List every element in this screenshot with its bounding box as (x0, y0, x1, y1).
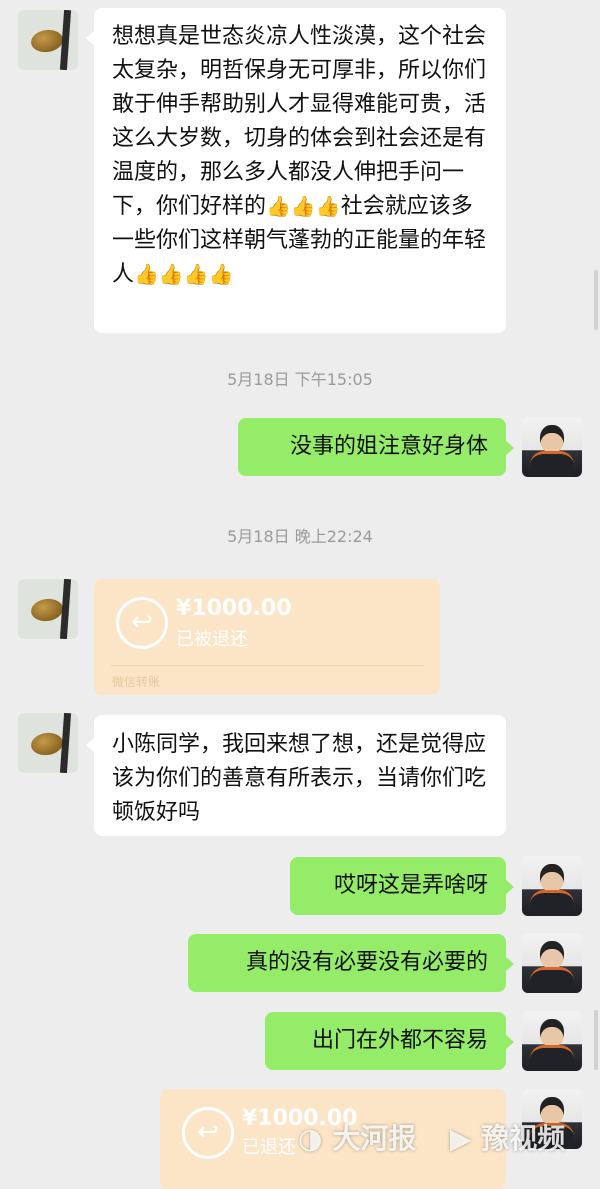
chopstick-image (59, 10, 72, 70)
chopstick-image (59, 713, 72, 773)
person-body (530, 1045, 574, 1071)
thumbs-up-icon: 👍 (290, 194, 316, 218)
transfer-amount: ¥1000.00 (176, 596, 292, 621)
message-bubble-outgoing[interactable]: 哎呀这是弄啥呀 (290, 857, 514, 915)
person-body (530, 967, 574, 993)
contact-avatar[interactable] (18, 713, 78, 773)
dahebao-watermark: ◑ 大河报 (298, 1117, 416, 1157)
transfer-status: 已退还 (242, 1137, 296, 1158)
transfer-card[interactable]: ↩ ¥1000.00 已被退还 微信转账 (94, 579, 440, 695)
person-head (540, 864, 564, 892)
watermark-right-text: 豫视频 (481, 1122, 566, 1155)
person-body (530, 890, 574, 916)
scrollbar[interactable] (594, 1010, 598, 1070)
person-head (540, 941, 564, 969)
contact-avatar[interactable] (18, 10, 78, 70)
message-bubble-outgoing[interactable]: 没事的姐注意好身体 (238, 418, 514, 476)
thumbs-up-icon: 👍 (134, 262, 159, 286)
message-text: 哎呀这是弄啥呀 (333, 873, 488, 898)
refund-arrow-icon: ↩ (116, 597, 168, 649)
my-avatar[interactable] (522, 1011, 582, 1071)
message-text: 没事的姐注意好身体 (289, 434, 488, 459)
thumbs-up-icon: 👍 (315, 194, 341, 218)
bean-image (29, 730, 65, 758)
chopstick-image (59, 579, 72, 639)
person-head (540, 425, 564, 453)
bean-image (29, 596, 65, 624)
timestamp: 5月18日 下午15:05 (227, 370, 373, 389)
person-body (530, 451, 574, 477)
scrollbar[interactable] (594, 270, 598, 330)
transfer-divider (110, 665, 424, 666)
thumbs-up-icon: 👍 (183, 262, 209, 286)
play-logo-icon: ▶ (450, 1122, 472, 1155)
my-avatar[interactable] (522, 856, 582, 916)
timestamp: 5月18日 晚上22:24 (227, 527, 373, 546)
message-bubble-outgoing[interactable]: 出门在外都不容易 (265, 1012, 514, 1070)
transfer-label: 微信转账 (112, 675, 161, 689)
thumbs-up-icon: 👍 (266, 194, 291, 218)
message-text: 想想真是世态炎凉人性淡漠，这个社会太复杂，明哲保身无可厚非，所以你们敢于伸手帮助… (112, 24, 487, 219)
person-head (540, 1019, 564, 1047)
yushipin-watermark: ▶ 豫视频 (450, 1117, 565, 1157)
message-text: 小陈同学，我回来想了想，还是觉得应该为你们的善意有所表示，当请你们吃顿饭好吗 (112, 732, 487, 825)
transfer-status: 已被退还 (176, 629, 248, 650)
dahebao-logo-icon: ◑ (298, 1122, 323, 1155)
refund-arrow-icon: ↩ (182, 1107, 234, 1159)
watermark-left-text: 大河报 (332, 1122, 417, 1155)
thumbs-up-icon: 👍 (158, 262, 184, 286)
my-avatar[interactable] (522, 933, 582, 993)
message-bubble-incoming[interactable]: 小陈同学，我回来想了想，还是觉得应该为你们的善意有所表示，当请你们吃顿饭好吗 (86, 715, 506, 836)
message-bubble-incoming[interactable]: 想想真是世态炎凉人性淡漠，这个社会太复杂，明哲保身无可厚非，所以你们敢于伸手帮助… (86, 8, 506, 333)
my-avatar[interactable] (522, 417, 582, 477)
message-bubble-outgoing[interactable]: 真的没有必要没有必要的 (188, 934, 514, 992)
thumbs-up-icon: 👍 (208, 262, 234, 286)
message-text: 真的没有必要没有必要的 (245, 950, 488, 975)
message-text: 出门在外都不容易 (311, 1028, 488, 1053)
bean-image (29, 27, 65, 55)
contact-avatar[interactable] (18, 579, 78, 639)
